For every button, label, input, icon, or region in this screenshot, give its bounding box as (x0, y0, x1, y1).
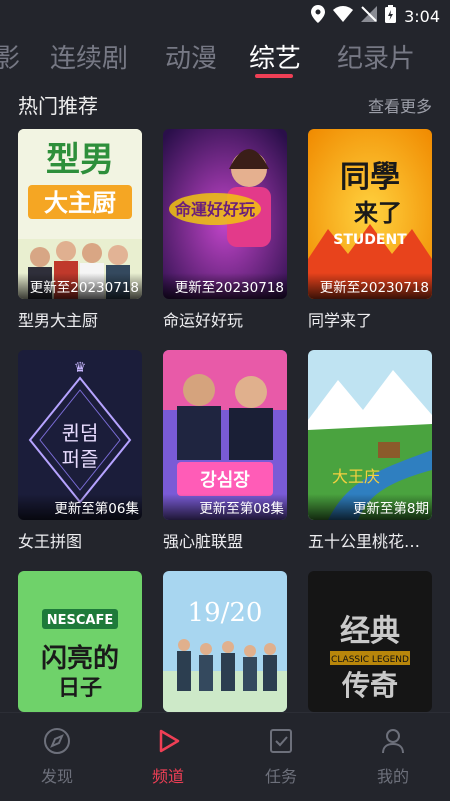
svg-text:闪亮的: 闪亮的 (41, 643, 119, 674)
play-icon (154, 729, 182, 759)
more-link[interactable]: 查看更多 (368, 93, 432, 117)
svg-text:大主厨: 大主厨 (44, 189, 116, 217)
compass-icon (43, 728, 71, 759)
show-poster[interactable]: 19/20 (163, 571, 287, 712)
svg-text:CLASSIC LEGEND: CLASSIC LEGEND (331, 655, 409, 665)
show-card[interactable]: 19/20 (163, 571, 287, 712)
nav-profile-label: 我的 (376, 767, 409, 786)
show-card[interactable]: ♛ 퀸덤 퍼즐 更新至第06集 女王拼图 (18, 350, 142, 552)
show-card[interactable]: NESCAFE 闪亮的 日子 (18, 571, 142, 712)
task-icon (267, 729, 295, 759)
show-poster[interactable]: 命運好好玩 更新至20230718 (163, 129, 287, 299)
svg-text:传奇: 传奇 (341, 669, 398, 702)
poster-title-text: 经典 (340, 614, 400, 649)
show-title: 五十公里桃花… (308, 532, 421, 551)
no-signal-icon (361, 6, 378, 26)
show-poster[interactable]: 经典 CLASSIC LEGEND 传奇 (308, 571, 432, 712)
poster-title-text: 퀸덤 (62, 421, 99, 445)
update-badge: 更新至第08集 (163, 494, 287, 520)
show-card[interactable]: 강심장 更新至第08集 强心脏联盟 (163, 350, 287, 552)
nav-tasks[interactable]: 任务 (241, 727, 321, 787)
show-title: 女王拼图 (18, 532, 83, 551)
poster-title-text: 19/20 (188, 598, 263, 628)
show-card[interactable]: 经典 CLASSIC LEGEND 传奇 (308, 571, 432, 712)
category-tabs: 影 连续剧 动漫 综艺 纪录片 (0, 36, 450, 80)
tab-documentary[interactable]: 纪录片 (337, 38, 415, 75)
nav-discover[interactable]: 发现 (17, 727, 97, 787)
battery-icon (385, 5, 397, 27)
show-title: 型男大主厨 (18, 311, 99, 330)
status-time: 3:04 (404, 6, 440, 26)
user-icon (379, 729, 407, 759)
update-badge: 更新至20230718 (308, 273, 432, 299)
nav-profile[interactable]: 我的 (353, 727, 433, 787)
update-badge: 更新至20230718 (163, 273, 287, 299)
show-card[interactable]: 大王庆 更新至第8期 五十公里桃花… (308, 350, 432, 552)
bottom-nav: 发现 频道 任务 我的 (0, 712, 450, 801)
update-badge: 更新至第06集 (18, 494, 142, 520)
svg-text:♛: ♛ (74, 360, 87, 376)
update-badge: 更新至20230718 (18, 273, 142, 299)
status-bar: 3:04 (0, 0, 450, 32)
tab-movie[interactable]: 影 (0, 38, 20, 75)
show-poster[interactable]: 大王庆 更新至第8期 (308, 350, 432, 520)
svg-text:STUDENT: STUDENT (333, 232, 407, 248)
show-title: 强心脏联盟 (163, 532, 244, 551)
show-card[interactable]: 型男 大主厨 更新至20230718 型男大主厨 (18, 129, 142, 331)
show-title: 同学来了 (308, 311, 373, 330)
poster-title-text: 同學 (340, 160, 400, 195)
nav-channel-label: 频道 (151, 767, 184, 786)
svg-text:大王庆: 大王庆 (332, 467, 380, 486)
poster-title-text: 型男 (46, 140, 114, 180)
show-poster[interactable]: ♛ 퀸덤 퍼즐 更新至第06集 (18, 350, 142, 520)
poster-title-text: 命運好好玩 (174, 200, 255, 219)
nav-discover-label: 发现 (40, 767, 73, 786)
section-title: 热门推荐 (18, 94, 98, 118)
svg-text:来了: 来了 (354, 199, 402, 227)
nav-channel[interactable]: 频道 (128, 727, 208, 787)
show-poster[interactable]: NESCAFE 闪亮的 日子 (18, 571, 142, 712)
update-badge: 更新至第8期 (308, 494, 432, 520)
show-poster[interactable]: 강심장 更新至第08集 (163, 350, 287, 520)
poster-title-text: 강심장 (200, 470, 250, 491)
show-card[interactable]: 命運好好玩 更新至20230718 命运好好玩 (163, 129, 287, 331)
location-icon (311, 5, 326, 27)
show-poster[interactable]: 同學 来了 STUDENT 更新至20230718 (308, 129, 432, 299)
tab-anime[interactable]: 动漫 (165, 38, 217, 75)
svg-text:퍼즐: 퍼즐 (62, 447, 99, 471)
tab-variety[interactable]: 综艺 (249, 38, 301, 75)
svg-text:日子: 日子 (58, 676, 102, 701)
nav-tasks-label: 任务 (264, 767, 297, 786)
show-title: 命运好好玩 (163, 311, 244, 330)
wifi-icon (333, 6, 354, 26)
tab-series[interactable]: 连续剧 (50, 38, 128, 75)
poster-title-text: NESCAFE (47, 613, 114, 628)
show-poster[interactable]: 型男 大主厨 更新至20230718 (18, 129, 142, 299)
show-card[interactable]: 同學 来了 STUDENT 更新至20230718 同学来了 (308, 129, 432, 331)
active-tab-indicator (255, 74, 293, 78)
